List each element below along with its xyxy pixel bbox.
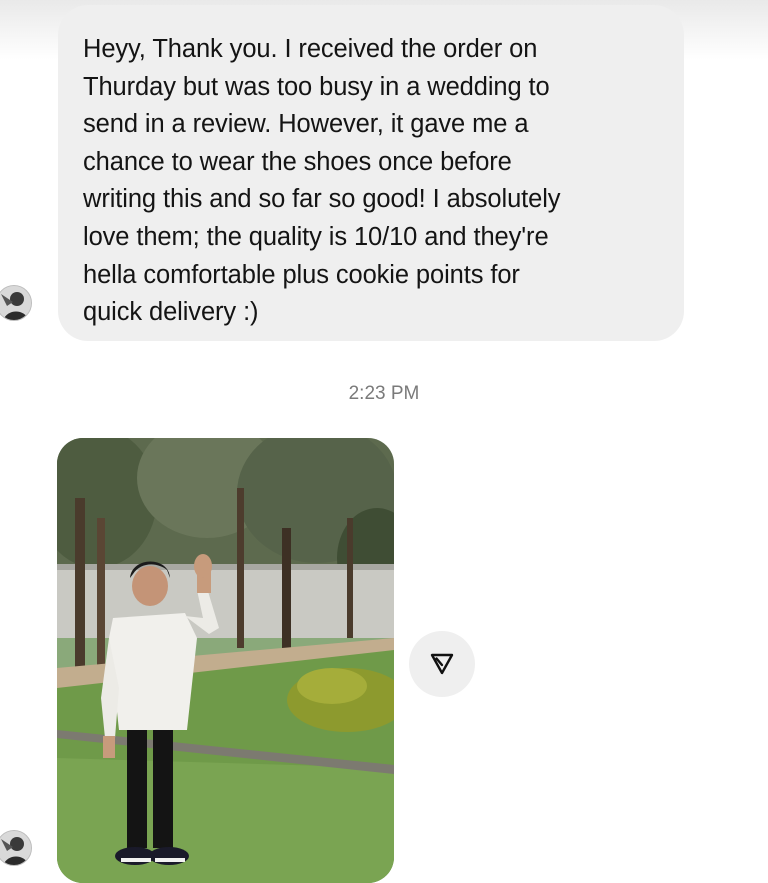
message-line: quick delivery :)	[83, 298, 259, 327]
message-line: chance to wear the shoes once before	[83, 147, 512, 176]
message-line: Thurday but was too busy in a wedding to	[83, 72, 550, 101]
message-line: Heyy, Thank you. I received the order on	[83, 35, 538, 63]
received-message-bubble[interactable]: Heyy, Thank you. I received the order on…	[58, 5, 684, 341]
chat-screen: Heyy, Thank you. I received the order on…	[0, 0, 768, 883]
share-button[interactable]	[409, 631, 475, 697]
message-timestamp: 2:23 PM	[348, 383, 420, 404]
message-line: love them; the quality is 10/10 and they…	[83, 222, 549, 251]
message-line: hella comfortable plus cookie points for	[83, 260, 520, 289]
sender-avatar[interactable]	[0, 830, 32, 866]
photo-message[interactable]	[57, 438, 394, 883]
message-line: send in a review. However, it gave me a	[83, 110, 529, 139]
sender-avatar[interactable]	[0, 285, 32, 321]
share-icon	[430, 653, 454, 675]
message-line: writing this and so far so good! I absol…	[83, 185, 561, 214]
